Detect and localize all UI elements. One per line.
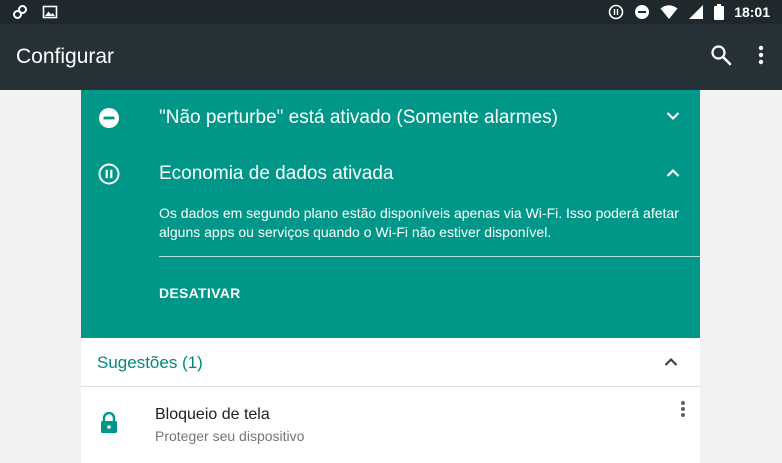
data-saver-icon (608, 4, 624, 20)
data-saver-title: Economia de dados ativada (159, 163, 394, 184)
dnd-title: "Não perturbe" está ativado (Somente ala… (159, 107, 558, 128)
suggestion-item-screen-lock[interactable]: Bloqueio de tela Proteger seu dispositiv… (81, 387, 700, 463)
more-vert-icon[interactable] (758, 45, 764, 65)
signal-icon (688, 4, 704, 20)
do-not-disturb-icon (98, 107, 120, 129)
chevron-up-icon[interactable] (664, 357, 678, 367)
image-icon (42, 4, 58, 20)
search-icon[interactable] (710, 44, 732, 66)
battery-icon (714, 4, 725, 20)
data-saver-icon (98, 163, 120, 185)
data-saver-description: Os dados em segundo plano estão disponív… (159, 205, 679, 240)
lock-icon (100, 412, 118, 434)
data-saver-condition-card: Economia de dados ativada Os dados em se… (81, 146, 700, 338)
suggestions-title: Sugestões (1) (97, 353, 203, 372)
sync-link-icon (12, 4, 28, 20)
dnd-condition-card[interactable]: "Não perturbe" está ativado (Somente ala… (81, 90, 700, 146)
do-not-disturb-icon (634, 4, 650, 20)
disable-data-saver-button[interactable]: DESATIVAR (159, 285, 241, 301)
status-bar: 18:01 (0, 0, 782, 24)
chevron-up-icon[interactable] (666, 168, 680, 178)
app-bar: Configurar (0, 24, 782, 90)
divider (159, 256, 700, 257)
wifi-icon (660, 4, 678, 20)
page-title: Configurar (16, 45, 115, 68)
status-time: 18:01 (734, 4, 770, 20)
suggestion-subtitle: Proteger seu dispositivo (155, 428, 305, 444)
chevron-down-icon[interactable] (666, 111, 680, 121)
suggestions-header[interactable]: Sugestões (1) (81, 338, 700, 387)
suggestion-title: Bloqueio de tela (155, 406, 270, 423)
more-vert-icon[interactable] (680, 400, 686, 418)
